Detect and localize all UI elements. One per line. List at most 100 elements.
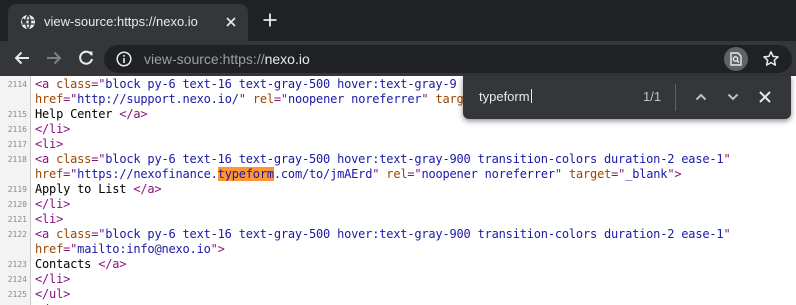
code-token: Help Center xyxy=(35,107,120,121)
line-code: </ul> xyxy=(35,287,70,302)
code-token: <li> xyxy=(35,137,64,151)
line-number: 2124 xyxy=(7,275,27,284)
find-query: typeform xyxy=(479,89,530,104)
tab-title: view-source:https://nexo.io xyxy=(44,14,198,29)
code-token: href xyxy=(35,92,64,106)
text-cursor xyxy=(530,89,532,103)
source-line: 2124 </li> xyxy=(0,272,796,287)
code-token: =" xyxy=(407,167,422,181)
code-token: " xyxy=(238,92,253,106)
code-token: block py-6 text-16 text-gray-500 hover:t… xyxy=(105,152,724,166)
find-divider xyxy=(675,84,676,111)
code-token: =" xyxy=(91,77,106,91)
tab-view-source[interactable]: view-source:https://nexo.io xyxy=(8,4,248,41)
find-match-count: 1/1 xyxy=(643,89,662,104)
find-input[interactable]: typeform xyxy=(479,89,532,105)
code-token: </a> xyxy=(133,182,162,196)
line-code: href="http://support.nexo.io/" rel="noop… xyxy=(35,92,464,107)
code-token: href xyxy=(35,167,64,181)
line-code: </li> xyxy=(35,272,70,287)
code-token: rel xyxy=(252,92,274,106)
line-number: 2117 xyxy=(7,140,27,149)
code-token: <a xyxy=(35,77,57,91)
line-number: 2125 xyxy=(7,290,27,299)
line-number: 2115 xyxy=(7,110,27,119)
code-token: "> xyxy=(667,167,682,181)
chevron-up-icon[interactable] xyxy=(692,88,710,106)
code-token: block py-6 text-16 text-gray-500 hover:t… xyxy=(105,77,457,91)
source-line: 2125 </ul> xyxy=(0,287,796,302)
code-token: </li> xyxy=(35,122,71,136)
line-code: <li> xyxy=(35,137,63,152)
close-icon[interactable] xyxy=(224,15,238,29)
code-token: =" xyxy=(63,92,78,106)
code-token: </li> xyxy=(35,272,71,286)
code-token: </ul> xyxy=(35,287,71,301)
line-number: 2114 xyxy=(7,80,27,89)
url-text[interactable]: view-source:https://nexo.io xyxy=(144,51,310,67)
line-number: 2123 xyxy=(7,260,27,269)
line-code: <a class="block py-6 text-16 text-gray-5… xyxy=(35,152,731,167)
source-line: 2116 </li> xyxy=(0,122,796,137)
line-number: 2116 xyxy=(7,125,27,134)
star-icon[interactable] xyxy=(762,50,780,68)
code-token: href xyxy=(35,242,64,256)
code-token: noopener noreferrer xyxy=(421,167,555,181)
globe-icon xyxy=(21,14,35,30)
code-token: https://nexofinance. xyxy=(77,167,218,181)
close-icon[interactable] xyxy=(756,88,774,106)
line-number: 2119 xyxy=(7,185,27,194)
arrow-right-icon[interactable] xyxy=(45,49,63,67)
code-token: Apply to List xyxy=(35,182,134,196)
code-token: block py-6 text-16 text-gray-500 hover:t… xyxy=(105,227,724,241)
code-token: </a> xyxy=(119,107,148,121)
line-number: 2121 xyxy=(7,215,27,224)
arrow-left-icon[interactable] xyxy=(13,49,31,67)
address-bar[interactable]: view-source:https://nexo.io xyxy=(104,45,792,73)
line-code: <li> xyxy=(35,212,63,227)
code-token: </li> xyxy=(35,197,71,211)
code-token: =" xyxy=(273,92,288,106)
source-line: href =" https://nexofinance.typeform.com/t… xyxy=(0,167,796,182)
source-line: 2119 Apply to List </a> xyxy=(0,182,796,197)
code-token: noopener noreferrer xyxy=(287,92,422,106)
code-token: .com/to/jmAErd xyxy=(273,167,373,181)
code-token: =" xyxy=(91,152,106,166)
code-token: target xyxy=(568,167,612,181)
code-token: " xyxy=(554,167,569,181)
code-token: rel xyxy=(386,167,408,181)
find-in-page-button[interactable] xyxy=(724,47,748,71)
search-match-highlight: typeform xyxy=(217,167,274,181)
code-token: " xyxy=(723,152,731,166)
line-code: </li> xyxy=(35,122,70,137)
code-token: " xyxy=(421,92,436,106)
line-code: Apply to List </a> xyxy=(35,182,162,197)
line-number: 2118 xyxy=(7,155,27,164)
line-code: href="mailto:info@nexo.io"> xyxy=(35,242,225,257)
code-token: <a xyxy=(35,152,57,166)
line-code: Help Center </a> xyxy=(35,107,148,122)
code-token: "> xyxy=(210,242,225,256)
code-token: " xyxy=(372,167,387,181)
code-token: class xyxy=(56,77,92,91)
source-line: 2123 Contacts </a> xyxy=(0,257,796,272)
line-number: 2122 xyxy=(7,230,27,239)
source-line: 2117 <li> xyxy=(0,137,796,152)
chevron-down-icon[interactable] xyxy=(724,88,742,106)
toolbar: view-source:https://nexo.io xyxy=(0,41,796,76)
line-code: href =" https://nexofinance.typeform.com/t… xyxy=(35,167,682,182)
code-token: class xyxy=(56,152,92,166)
source-line: 2120 </li> xyxy=(0,197,796,212)
code-token: " xyxy=(723,227,731,241)
reload-icon[interactable] xyxy=(77,49,95,67)
plus-icon[interactable] xyxy=(262,12,278,28)
code-token: =" xyxy=(91,227,106,241)
line-code: <a class="block py-6 text-16 text-gray-5… xyxy=(35,227,731,242)
line-number: 2120 xyxy=(7,200,27,209)
line-code: Contacts </a> xyxy=(35,257,127,272)
code-token: =" xyxy=(611,167,626,181)
info-icon[interactable] xyxy=(116,51,132,67)
line-code: <a class="block py-6 text-16 text-gray-5… xyxy=(35,77,457,92)
url-host: nexo.io xyxy=(264,51,310,67)
tab-strip: view-source:https://nexo.io xyxy=(0,0,796,41)
